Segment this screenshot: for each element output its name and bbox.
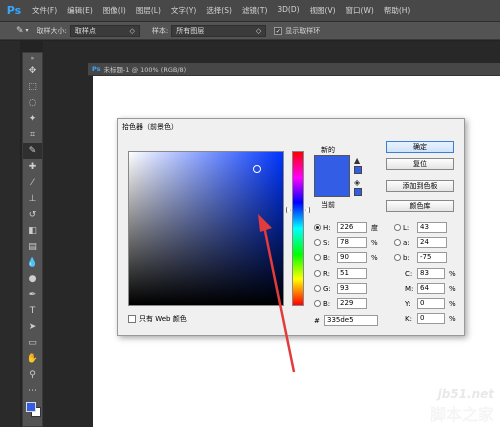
annotation-arrow [258,214,296,373]
watermark: jb51.net 脚本之家 [430,387,494,425]
watermark-text: 脚本之家 [429,405,494,424]
arrow-head [258,214,272,232]
watermark-url: jb51.net [437,387,494,401]
arrow-shaft [262,225,296,373]
